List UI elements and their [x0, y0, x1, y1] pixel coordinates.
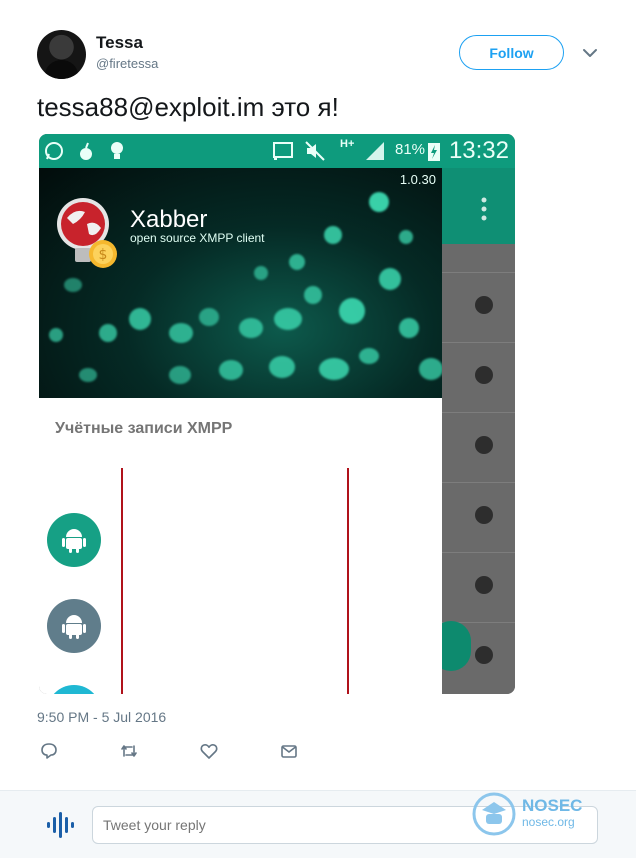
bomb-icon [80, 142, 92, 160]
xabber-logo-icon: $ [57, 198, 117, 268]
android-icon [62, 529, 86, 553]
navigation-drawer: 1.0.30 $ Xabber open source XMPP client … [39, 168, 442, 694]
contact-status-dot[interactable] [475, 436, 493, 454]
lightbulb-icon [111, 142, 123, 159]
more-options-icon[interactable] [479, 194, 489, 224]
redaction-line [347, 468, 349, 694]
list-divider [442, 482, 515, 483]
contact-status-dot[interactable] [475, 366, 493, 384]
account-avatar[interactable] [47, 685, 101, 694]
redaction-line [121, 468, 123, 694]
watermark-url: nosec.org [522, 815, 575, 829]
battery-charging-icon [428, 143, 440, 161]
chevron-down-icon[interactable] [580, 43, 600, 63]
status-time: 13:32 [448, 137, 509, 164]
watermark-name: NOSEC [522, 796, 583, 815]
signal-icon [366, 142, 384, 160]
phone-status-bar: H+ 81% 13:32 [39, 134, 515, 168]
voice-waveform-icon [47, 812, 74, 838]
app-version: 1.0.30 [399, 172, 436, 187]
tweet-text: tessa88@exploit.im это я! [37, 92, 339, 122]
message-icon[interactable] [279, 741, 299, 761]
cast-icon [273, 142, 293, 160]
tweet-timestamp[interactable]: 9:50 PM - 5 Jul 2016 [37, 709, 166, 725]
list-divider [442, 552, 515, 553]
like-icon[interactable] [199, 741, 219, 761]
contact-status-dot[interactable] [475, 576, 493, 594]
list-divider [442, 412, 515, 413]
author-handle[interactable]: @firetessa [96, 56, 158, 71]
list-divider [442, 342, 515, 343]
whatsapp-icon [45, 142, 63, 160]
contact-status-dot[interactable] [475, 296, 493, 314]
author-name[interactable]: Tessa [96, 33, 143, 53]
follow-button[interactable]: Follow [459, 35, 564, 70]
reply-icon[interactable] [39, 741, 59, 761]
network-type: H+ [340, 138, 355, 150]
mute-icon [305, 141, 325, 161]
android-icon [62, 615, 86, 639]
retweet-icon[interactable] [119, 741, 139, 761]
list-divider [442, 272, 515, 273]
app-subtitle: open source XMPP client [130, 231, 265, 245]
tweet-media-image[interactable]: H+ 81% 13:32 1.0.30 $ Xabber open source… [39, 134, 515, 694]
author-avatar[interactable] [37, 30, 86, 79]
contact-status-dot[interactable] [475, 506, 493, 524]
app-name: Xabber [130, 206, 208, 233]
account-avatar[interactable] [47, 599, 101, 653]
svg-text:$: $ [99, 247, 108, 263]
battery-percent: 81% [395, 141, 426, 158]
account-avatar[interactable] [47, 513, 101, 567]
accounts-section-title: Учётные записи XMPP [55, 420, 233, 437]
drawer-header: 1.0.30 $ Xabber open source XMPP client [39, 168, 442, 398]
contact-status-dot[interactable] [475, 646, 493, 664]
